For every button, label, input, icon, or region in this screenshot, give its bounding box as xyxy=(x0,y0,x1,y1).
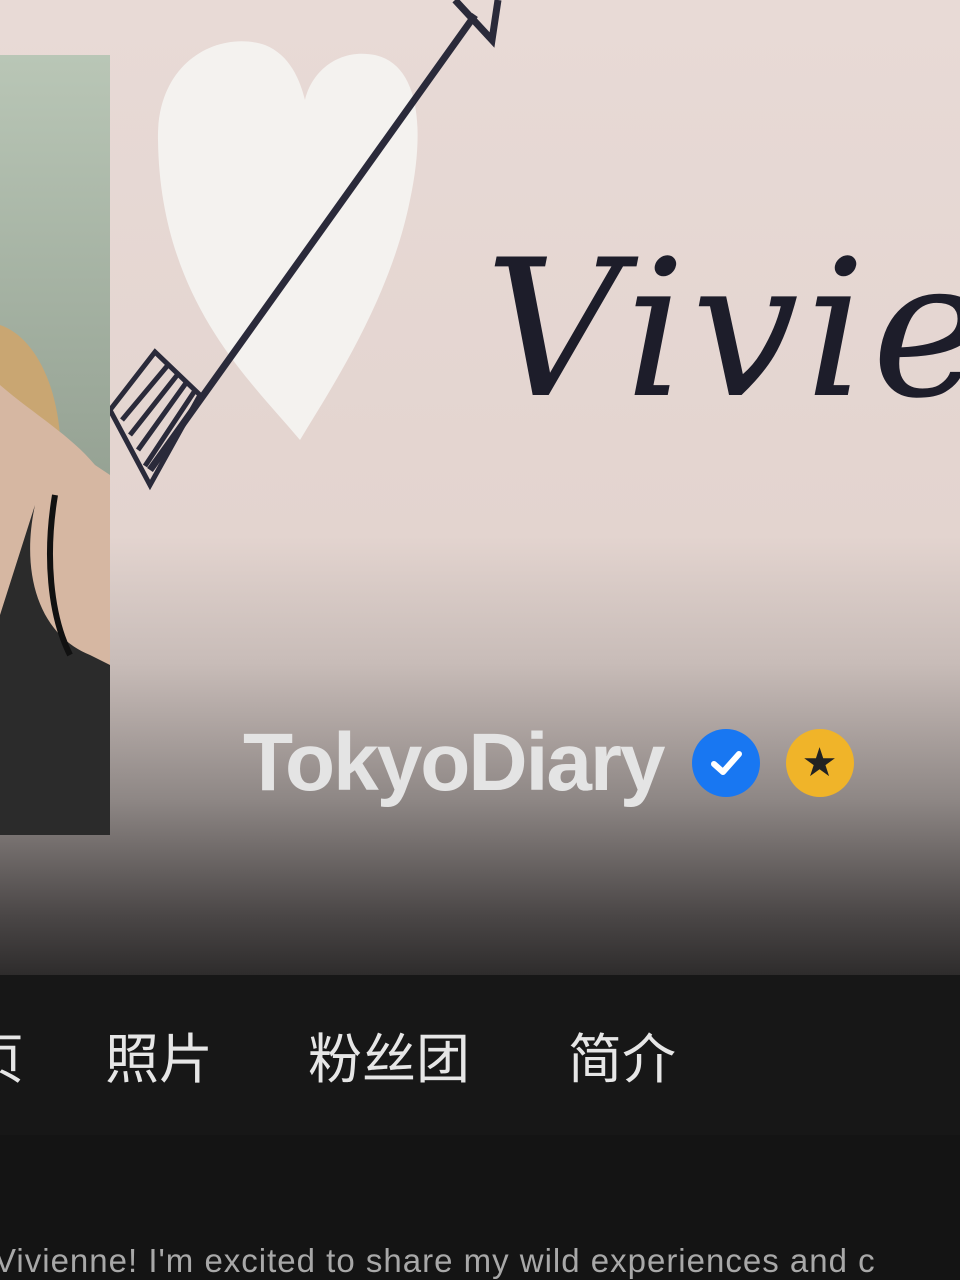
tab-fan-club[interactable]: 粉丝团 xyxy=(308,1033,470,1087)
profile-bio: Vivienne! I'm excited to share my wild e… xyxy=(0,1242,876,1279)
heart-icon xyxy=(157,41,418,441)
profile-name[interactable]: TokyoDiary xyxy=(243,722,666,804)
profile-name-row: TokyoDiary ★ xyxy=(243,722,854,804)
verified-badge-icon xyxy=(691,729,760,797)
tab-about[interactable]: 简介 xyxy=(568,1033,676,1087)
cover-artwork: Vivienn xyxy=(107,0,960,491)
cover-photo[interactable]: Vivienn TokyoDiary ★ xyxy=(0,0,960,975)
profile-tab-bar: 页 照片 粉丝团 简介 xyxy=(0,975,960,1135)
star-badge-icon: ★ xyxy=(785,729,854,797)
tab-photos[interactable]: 照片 xyxy=(105,1033,213,1087)
profile-avatar[interactable] xyxy=(0,55,110,835)
tab-home[interactable]: 页 xyxy=(0,1033,24,1087)
cover-script-text: Vivienn xyxy=(485,219,960,440)
